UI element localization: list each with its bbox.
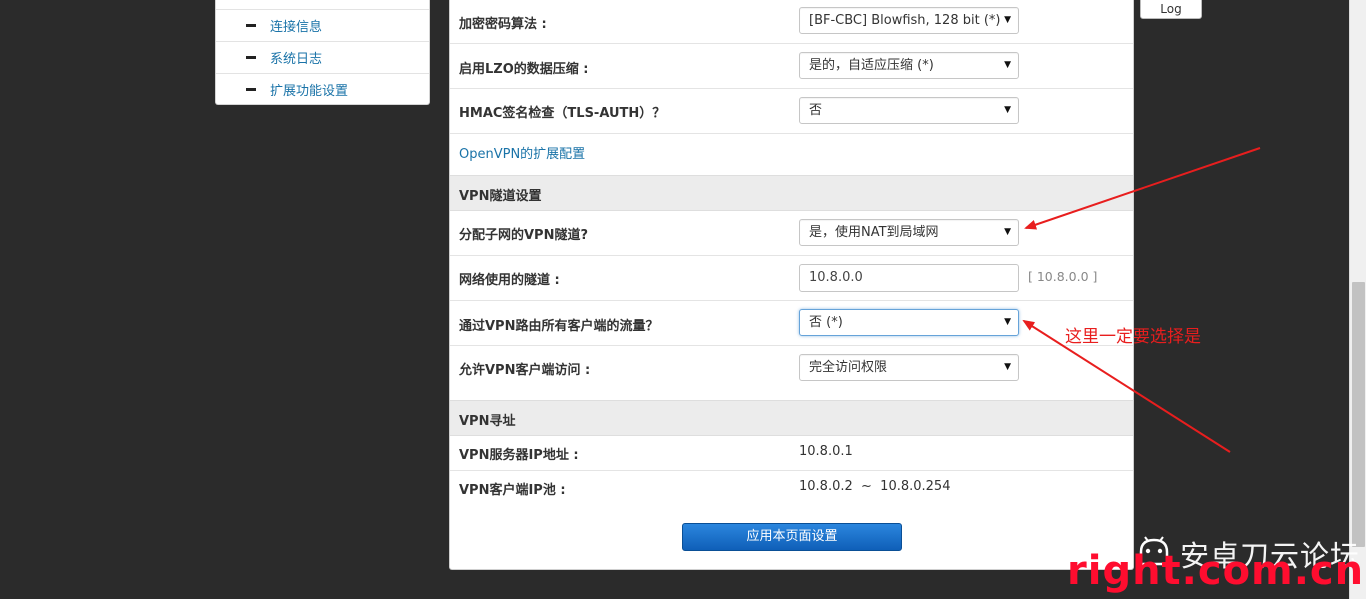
access-select[interactable]: 完全访问权限 ▼ (799, 354, 1019, 381)
dropdown-arrow-icon: ▼ (1004, 227, 1011, 237)
lzo-row: 启用LZO的数据压缩 : 是的，自适应压缩 (*) ▼ (450, 44, 1133, 89)
server-ip-row: VPN服务器IP地址 : 10.8.0.1 (450, 436, 1133, 471)
sidebar-top-edge (216, 0, 429, 9)
page-scrollbar[interactable] (1349, 0, 1366, 599)
cipher-select[interactable]: [BF-CBC] Blowfish, 128 bit (*) ▼ (799, 7, 1019, 34)
subnet-label: 分配子网的VPN隧道? (459, 228, 589, 243)
dash-icon (246, 88, 256, 91)
dropdown-arrow-icon: ▼ (1004, 317, 1011, 327)
sidebar-item-label[interactable]: 连接信息 (270, 16, 322, 35)
sidebar-item-label[interactable]: 扩展功能设置 (270, 80, 348, 99)
cipher-row: 加密密码算法 : [BF-CBC] Blowfish, 128 bit (*) … (450, 0, 1133, 44)
server-ip-label: VPN服务器IP地址 : (459, 448, 579, 463)
addressing-section-header: VPN寻址 (450, 400, 1133, 436)
lzo-select[interactable]: 是的，自适应压缩 (*) ▼ (799, 52, 1019, 79)
client-pool-value: 10.8.0.2 ~ 10.8.0.254 (799, 479, 951, 494)
scrollbar-thumb[interactable] (1352, 282, 1365, 547)
network-label: 网络使用的隧道 : (459, 273, 560, 288)
network-default-hint: [ 10.8.0.0 ] (1028, 269, 1098, 284)
dash-icon (246, 24, 256, 27)
apply-settings-button[interactable]: 应用本页面设置 (682, 523, 902, 551)
section-title: VPN隧道设置 (459, 189, 542, 204)
ext-config-row: OpenVPN的扩展配置 (450, 134, 1133, 176)
sidebar-item-label[interactable]: 系统日志 (270, 48, 322, 67)
vpn-settings-panel: 加密密码算法 : [BF-CBC] Blowfish, 128 bit (*) … (449, 0, 1134, 570)
watermark-en: right.com.cn (1067, 548, 1365, 594)
log-button[interactable]: Log (1140, 0, 1202, 19)
openvpn-ext-config-link[interactable]: OpenVPN的扩展配置 (459, 143, 585, 162)
tunnel-section-header: VPN隧道设置 (450, 175, 1133, 211)
sidebar-item-connection-info[interactable]: 连接信息 (216, 9, 429, 41)
dash-icon (246, 56, 256, 59)
cipher-label: 加密密码算法 : (459, 17, 547, 32)
sidebar-menu: 连接信息 系统日志 扩展功能设置 (215, 0, 430, 105)
access-row: 允许VPN客户端访问 : 完全访问权限 ▼ (450, 346, 1133, 401)
route-all-value: 否 (*) (809, 315, 843, 330)
dropdown-arrow-icon: ▼ (1004, 15, 1011, 25)
route-all-row: 通过VPN路由所有客户端的流量？ 否 (*) ▼ (450, 301, 1133, 346)
dropdown-arrow-icon: ▼ (1004, 362, 1011, 372)
access-value: 完全访问权限 (809, 360, 888, 375)
subnet-value: 是，使用NAT到局域网 (809, 225, 939, 240)
sidebar-item-system-log[interactable]: 系统日志 (216, 41, 429, 73)
client-pool-row: VPN客户端IP池 : 10.8.0.2 ~ 10.8.0.254 (450, 471, 1133, 505)
hmac-select[interactable]: 否 ▼ (799, 97, 1019, 124)
access-label: 允许VPN客户端访问 : (459, 363, 591, 378)
subnet-row: 分配子网的VPN隧道? 是，使用NAT到局域网 ▼ (450, 211, 1133, 256)
sidebar-item-extensions[interactable]: 扩展功能设置 (216, 73, 429, 105)
hmac-row: HMAC签名检查（TLS-AUTH）？ 否 ▼ (450, 89, 1133, 134)
subnet-select[interactable]: 是，使用NAT到局域网 ▼ (799, 219, 1019, 246)
network-row: 网络使用的隧道 : 10.8.0.0 [ 10.8.0.0 ] (450, 256, 1133, 301)
dropdown-arrow-icon: ▼ (1004, 105, 1011, 115)
server-ip-value: 10.8.0.1 (799, 444, 853, 459)
hmac-value: 否 (809, 103, 823, 118)
route-all-select[interactable]: 否 (*) ▼ (799, 309, 1019, 336)
route-all-label: 通过VPN路由所有客户端的流量？ (459, 319, 659, 334)
lzo-label: 启用LZO的数据压缩 : (459, 62, 589, 77)
hmac-label: HMAC签名检查（TLS-AUTH）？ (459, 106, 666, 121)
client-pool-label: VPN客户端IP池 : (459, 483, 566, 498)
annotation-note: 这里一定要选择是 (1065, 327, 1201, 347)
lzo-value: 是的，自适应压缩 (*) (809, 58, 934, 73)
section-title: VPN寻址 (459, 414, 516, 429)
dropdown-arrow-icon: ▼ (1004, 60, 1011, 70)
network-input[interactable]: 10.8.0.0 (799, 264, 1019, 292)
cipher-value: [BF-CBC] Blowfish, 128 bit (*) (809, 13, 1001, 28)
